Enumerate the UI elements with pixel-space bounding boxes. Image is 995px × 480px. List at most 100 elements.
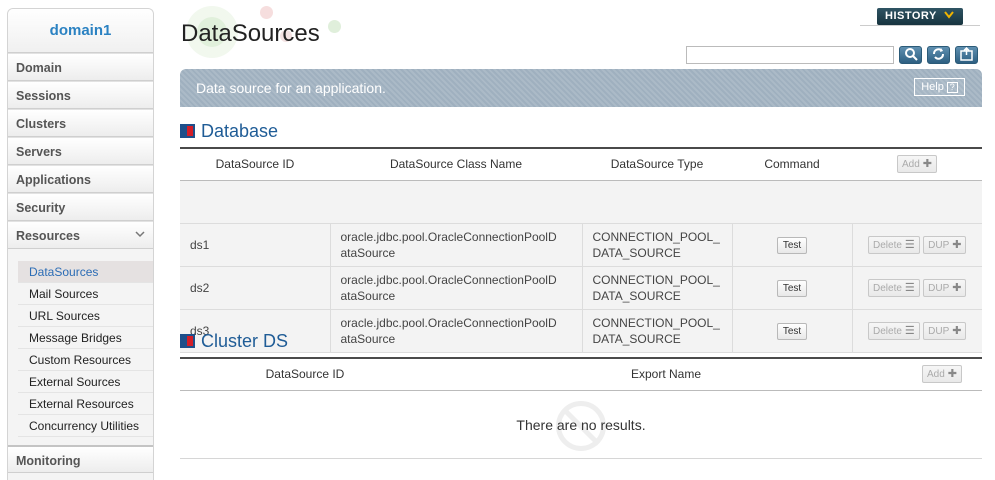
section-title-text: Database xyxy=(201,121,279,141)
no-results-message: There are no results. xyxy=(180,392,982,459)
sidebar: domain1 Domain Sessions Clusters Servers… xyxy=(7,8,154,480)
add-label: Add xyxy=(901,159,920,171)
cell-command: Test xyxy=(732,309,853,353)
column-header: DataSource ID xyxy=(180,147,330,181)
type-line: DATA_SOURCE xyxy=(592,331,681,346)
cell-class: oracle.jdbc.pool.OracleConnectionPoolD at… xyxy=(330,309,583,353)
section-flag-icon xyxy=(180,334,195,348)
test-button[interactable]: Test xyxy=(776,322,808,340)
delete-label: Delete xyxy=(873,325,902,337)
trash-icon: ☰ xyxy=(904,324,915,337)
page-title: DataSources xyxy=(181,20,320,47)
column-header: DataSource Type xyxy=(582,147,732,181)
sidebar-item-domain[interactable]: Domain xyxy=(8,53,153,81)
type-line: DATA_SOURCE xyxy=(592,288,681,303)
help-button[interactable]: Help? xyxy=(914,78,965,96)
question-icon: ? xyxy=(946,82,958,93)
column-header: Export Name xyxy=(430,357,902,391)
section-flag-icon xyxy=(180,124,195,138)
type-line: DATA_SOURCE xyxy=(592,245,681,260)
cell-actions: Delete ☰ DUP ✚ xyxy=(852,309,982,353)
class-line: oracle.jdbc.pool.OracleConnectionPoolD xyxy=(340,315,557,330)
delete-button[interactable]: Delete ☰ xyxy=(868,278,920,297)
cell-command: Test xyxy=(732,223,853,267)
subitem-concurrency-utilities[interactable]: Concurrency Utilities xyxy=(18,415,153,437)
add-column: Add ✚ xyxy=(902,357,982,391)
test-button[interactable]: Test xyxy=(776,236,808,254)
trash-icon: ☰ xyxy=(904,281,915,294)
table-row: ds1 oracle.jdbc.pool.OracleConnectionPoo… xyxy=(180,223,982,267)
table-row: ds2 oracle.jdbc.pool.OracleConnectionPoo… xyxy=(180,266,982,310)
subitem-message-bridges[interactable]: Message Bridges xyxy=(18,327,153,349)
cell-id: ds2 xyxy=(180,266,331,310)
table-row: ds3 oracle.jdbc.pool.OracleConnectionPoo… xyxy=(180,309,982,353)
cell-command: Test xyxy=(732,266,853,310)
section-title-database: Database xyxy=(180,121,278,142)
sidebar-item-clusters[interactable]: Clusters xyxy=(8,109,153,137)
domain-title[interactable]: domain1 xyxy=(8,9,153,53)
subitem-external-sources[interactable]: External Sources xyxy=(18,371,153,393)
cell-class: oracle.jdbc.pool.OracleConnectionPoolD at… xyxy=(330,223,583,267)
sidebar-item-servers[interactable]: Servers xyxy=(8,137,153,165)
delete-button[interactable]: Delete ☰ xyxy=(868,321,920,340)
class-line: oracle.jdbc.pool.OracleConnectionPoolD xyxy=(340,272,557,287)
class-line: ataSource xyxy=(340,288,396,303)
dup-label: DUP xyxy=(928,239,950,251)
cell-type: CONNECTION_POOL_ DATA_SOURCE xyxy=(582,309,733,353)
add-label: Add xyxy=(926,369,945,381)
plus-icon: ✚ xyxy=(947,368,957,381)
test-button[interactable]: Test xyxy=(776,279,808,297)
dup-label: DUP xyxy=(928,282,950,294)
column-header: DataSource ID xyxy=(180,357,430,391)
sidebar-item-security[interactable]: Security xyxy=(8,193,153,221)
search-input[interactable] xyxy=(686,46,894,64)
dup-label: DUP xyxy=(928,325,950,337)
plus-icon: ✚ xyxy=(922,158,932,171)
trash-icon: ☰ xyxy=(904,238,915,251)
title-decoration-green xyxy=(328,20,341,33)
subitem-custom-resources[interactable]: Custom Resources xyxy=(18,349,153,371)
cell-actions: Delete ☰ DUP ✚ xyxy=(852,266,982,310)
subitem-external-resources[interactable]: External Resources xyxy=(18,393,153,415)
add-column: Add ✚ xyxy=(852,147,982,181)
database-table: DataSource ID DataSource Class Name Data… xyxy=(180,147,982,353)
sidebar-item-sessions[interactable]: Sessions xyxy=(8,81,153,109)
resources-submenu: DataSources Mail Sources URL Sources Mes… xyxy=(8,249,153,443)
dup-button[interactable]: DUP ✚ xyxy=(923,235,967,254)
subitem-url-sources[interactable]: URL Sources xyxy=(18,305,153,327)
add-button[interactable]: Add ✚ xyxy=(896,155,937,174)
delete-label: Delete xyxy=(873,239,902,251)
chevron-down-icon xyxy=(944,10,954,22)
cluster-ds-table: DataSource ID Export Name Add ✚ xyxy=(180,357,982,391)
title-decoration-pink xyxy=(260,6,273,19)
divider xyxy=(860,25,980,26)
cell-id: ds1 xyxy=(180,223,331,267)
class-line: oracle.jdbc.pool.OracleConnectionPoolD xyxy=(340,229,557,244)
history-button[interactable]: HISTORY xyxy=(877,8,963,25)
export-icon xyxy=(960,46,973,61)
column-header: DataSource Class Name xyxy=(330,147,582,181)
refresh-button[interactable] xyxy=(927,46,950,64)
plus-icon: ✚ xyxy=(952,324,962,337)
column-header: Command xyxy=(732,147,852,181)
plus-icon: ✚ xyxy=(952,281,962,294)
dup-button[interactable]: DUP ✚ xyxy=(923,278,967,297)
class-line: ataSource xyxy=(340,331,396,346)
cell-type: CONNECTION_POOL_ DATA_SOURCE xyxy=(582,223,733,267)
description-banner: Data source for an application. Help? xyxy=(180,69,982,107)
cell-type: CONNECTION_POOL_ DATA_SOURCE xyxy=(582,266,733,310)
section-title-text: Cluster DS xyxy=(201,331,289,351)
search-button[interactable] xyxy=(899,46,922,64)
sidebar-item-monitoring[interactable]: Monitoring xyxy=(8,445,153,473)
sidebar-item-resources[interactable]: Resources xyxy=(8,221,153,249)
subitem-datasources[interactable]: DataSources xyxy=(18,261,153,283)
add-button[interactable]: Add ✚ xyxy=(921,365,962,384)
history-label: HISTORY xyxy=(885,10,937,22)
refresh-icon xyxy=(933,48,944,60)
subitem-mail-sources[interactable]: Mail Sources xyxy=(18,283,153,305)
delete-button[interactable]: Delete ☰ xyxy=(868,235,920,254)
type-line: CONNECTION_POOL_ xyxy=(592,315,720,330)
dup-button[interactable]: DUP ✚ xyxy=(923,321,967,340)
export-button[interactable] xyxy=(955,46,978,64)
sidebar-item-applications[interactable]: Applications xyxy=(8,165,153,193)
